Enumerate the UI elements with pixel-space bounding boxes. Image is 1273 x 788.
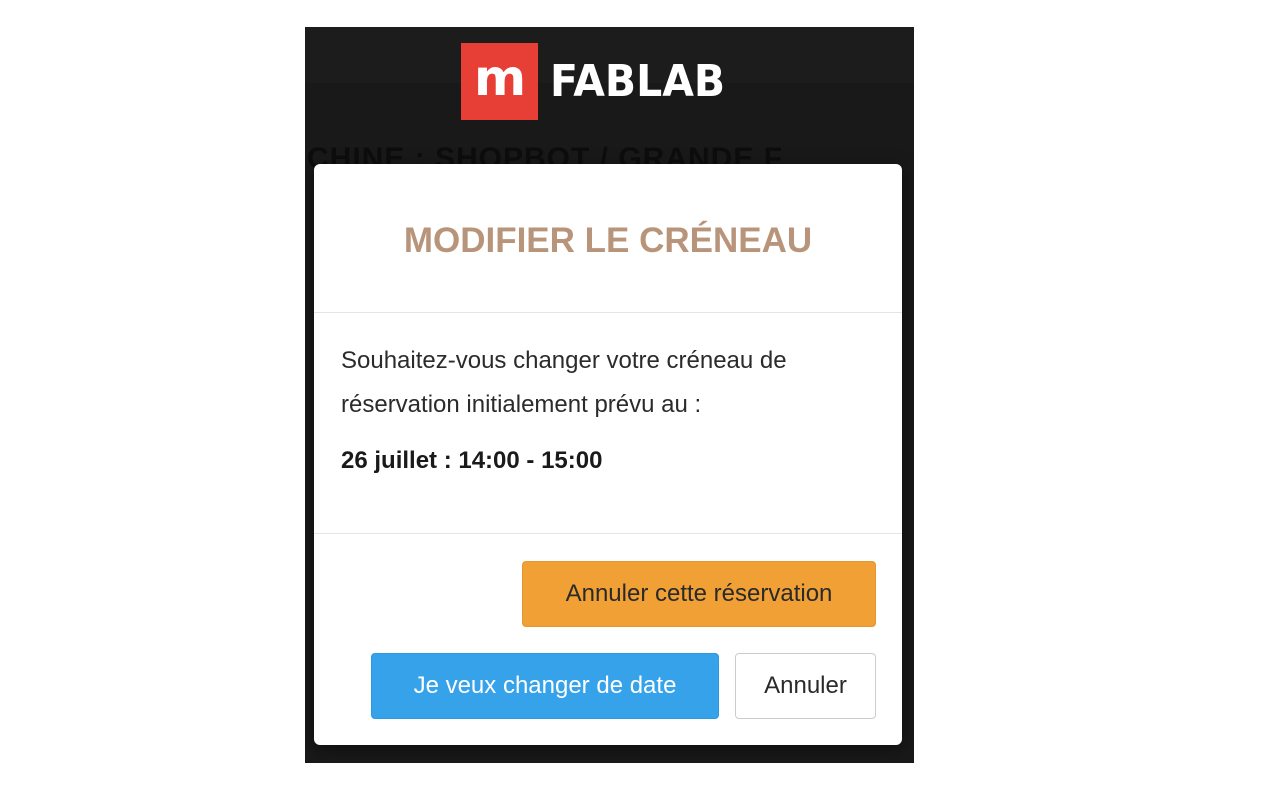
close-modal-button[interactable]: Annuler <box>735 653 876 719</box>
modal-title: MODIFIER LE CRÉNEAU <box>403 221 813 260</box>
edit-slot-modal: MODIFIER LE CRÉNEAU Souhaitez-vous chang… <box>314 164 902 745</box>
cancel-booking-button[interactable]: Annuler cette réservation <box>522 561 876 627</box>
logo-mark-icon: m <box>461 42 538 120</box>
booked-slot: 26 juillet : 14:00 - 15:00 <box>341 447 603 474</box>
modal-body: Souhaitez-vous changer votre créneau de … <box>314 313 902 534</box>
fablab-logo[interactable]: m FABLAB <box>461 42 738 120</box>
modal-header: MODIFIER LE CRÉNEAU <box>314 164 902 313</box>
app-frame: CHINE : SHOPBOT / GRANDE F m FABLAB MODI… <box>305 27 914 763</box>
logo-text: FABLAB <box>550 55 726 107</box>
modal-message: Souhaitez-vous changer votre créneau de … <box>341 347 787 418</box>
change-date-button[interactable]: Je veux changer de date <box>371 653 719 719</box>
